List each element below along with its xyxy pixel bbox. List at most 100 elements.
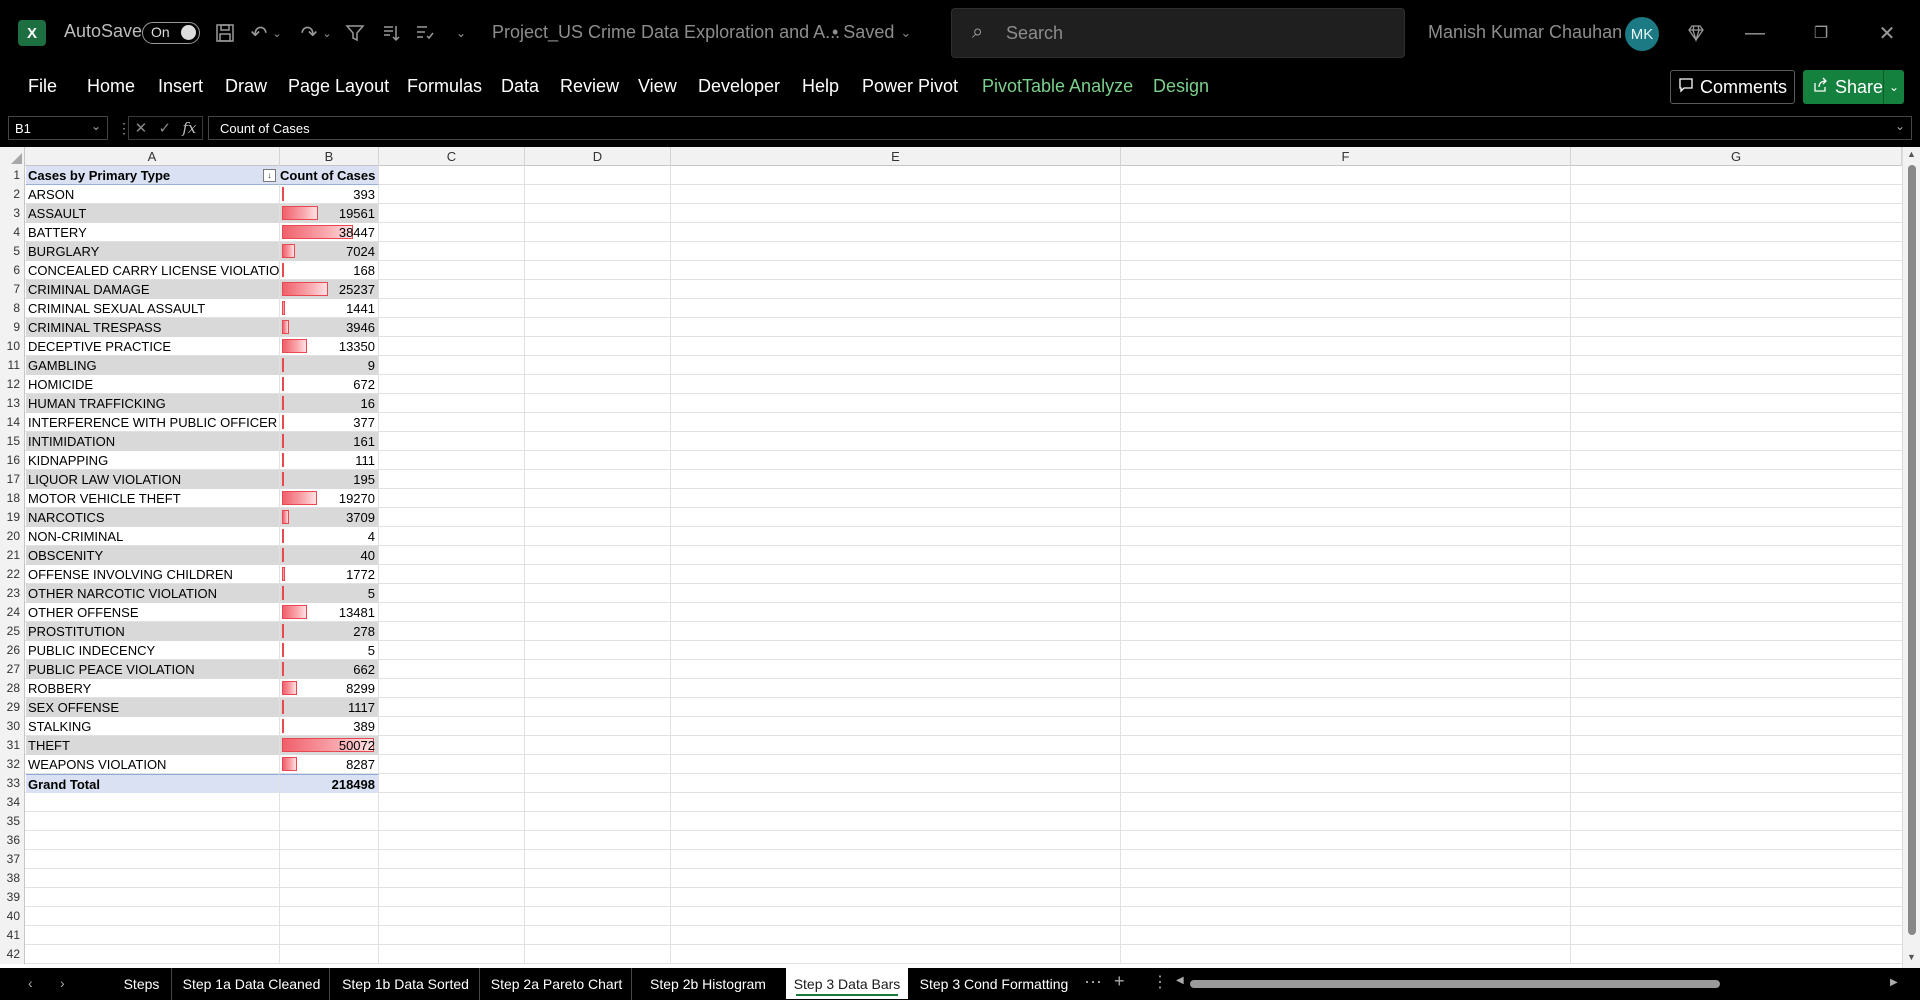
empty-cell[interactable] [280,888,379,907]
column-header[interactable]: E [671,147,1121,166]
empty-cell[interactable] [26,793,280,812]
row-header[interactable]: 4 [0,223,25,242]
empty-cell[interactable] [280,869,379,888]
user-name[interactable]: Manish Kumar Chauhan [1428,22,1622,43]
empty-cell[interactable] [26,907,280,926]
customize-toolbar-icon[interactable]: ⌄ [448,20,474,46]
row-header[interactable]: 5 [0,242,25,261]
save-status[interactable]: • Saved ⌄ [832,22,911,43]
cancel-icon[interactable]: ✕ [135,119,148,137]
select-all-button[interactable] [0,147,25,166]
crime-type-cell[interactable]: DECEPTIVE PRACTICE [26,337,280,356]
insert-function-icon[interactable]: fx [182,119,196,137]
row-header[interactable]: 25 [0,622,25,641]
count-cell[interactable]: 389 [280,717,379,736]
count-cell[interactable]: 1441 [280,299,379,318]
crime-type-cell[interactable]: CRIMINAL DAMAGE [26,280,280,299]
row-header[interactable]: 26 [0,641,25,660]
row-header[interactable]: 31 [0,736,25,755]
count-cell[interactable]: 19270 [280,489,379,508]
count-cell[interactable]: 19561 [280,204,379,223]
scroll-thumb[interactable] [1908,165,1916,935]
count-cell[interactable]: 672 [280,375,379,394]
count-cell[interactable]: 7024 [280,242,379,261]
search-input[interactable]: ⌕ Search [951,8,1405,58]
sheet-tab[interactable]: Step 2b Histogram [634,968,782,1000]
filter-dropdown-icon[interactable]: ↓ [263,169,276,182]
count-cell[interactable]: 40 [280,546,379,565]
menu-draw[interactable]: Draw [225,76,267,97]
column-header[interactable]: C [379,147,525,166]
grand-total-value[interactable]: 218498 [280,774,379,793]
crime-type-cell[interactable]: OTHER OFFENSE [26,603,280,622]
scroll-up-icon[interactable]: ▲ [1907,149,1916,159]
scroll-right-icon[interactable]: ▶ [1890,977,1898,988]
count-cell[interactable]: 168 [280,261,379,280]
sheet-tab[interactable]: Step 1b Data Sorted [332,968,480,1000]
crime-type-cell[interactable]: BATTERY [26,223,280,242]
empty-cell[interactable] [280,926,379,945]
empty-cell[interactable] [26,926,280,945]
menu-developer[interactable]: Developer [698,76,780,97]
formula-input[interactable]: Count of Cases ⌄ [208,116,1912,140]
row-header[interactable]: 33 [0,774,25,793]
crime-type-cell[interactable]: NARCOTICS [26,508,280,527]
sheet-tab[interactable]: Step 3 Data Bars [786,968,908,999]
menu-pivottable-analyze[interactable]: PivotTable Analyze [982,76,1133,97]
menu-design[interactable]: Design [1153,76,1209,97]
row-header[interactable]: 32 [0,755,25,774]
count-cell[interactable]: 4 [280,527,379,546]
row-header[interactable]: 24 [0,603,25,622]
crime-type-cell[interactable]: HUMAN TRAFFICKING [26,394,280,413]
count-cell[interactable]: 393 [280,185,379,204]
next-sheet-icon[interactable]: › [60,975,65,991]
scroll-down-icon[interactable]: ▼ [1907,952,1916,962]
crime-type-cell[interactable]: STALKING [26,717,280,736]
sheet-tab[interactable]: Step 3 Cond Formatting [910,968,1078,1000]
save-icon[interactable] [212,20,238,46]
row-header[interactable]: 29 [0,698,25,717]
crime-type-cell[interactable]: ROBBERY [26,679,280,698]
count-cell[interactable]: 195 [280,470,379,489]
count-cell[interactable]: 9 [280,356,379,375]
crime-type-cell[interactable]: PUBLIC PEACE VIOLATION [26,660,280,679]
document-title[interactable]: Project_US Crime Data Exploration and A.… [492,22,840,43]
pivot-row-label-header[interactable]: Cases by Primary Type [26,166,280,185]
crime-type-cell[interactable]: BURGLARY [26,242,280,261]
row-header[interactable]: 6 [0,261,25,280]
row-header[interactable]: 22 [0,565,25,584]
menu-view[interactable]: View [638,76,677,97]
row-header[interactable]: 8 [0,299,25,318]
crime-type-cell[interactable]: KIDNAPPING [26,451,280,470]
empty-cell[interactable] [26,812,280,831]
grand-total-label[interactable]: Grand Total [26,774,280,793]
column-header[interactable]: D [525,147,671,166]
column-header[interactable]: A [25,147,280,166]
share-dropdown-icon[interactable]: ⌄ [1883,70,1904,104]
share-button[interactable]: Share ⌄ [1803,70,1904,104]
crime-type-cell[interactable]: SEX OFFENSE [26,698,280,717]
redo-icon[interactable]: ↷ [296,20,322,46]
row-header[interactable]: 27 [0,660,25,679]
crime-type-cell[interactable]: INTERFERENCE WITH PUBLIC OFFICER [26,413,280,432]
crime-type-cell[interactable]: THEFT [26,736,280,755]
tab-options-icon[interactable]: ⋮ [1152,972,1168,992]
vertical-scrollbar[interactable]: ▲ ▼ [1902,147,1920,968]
count-cell[interactable]: 161 [280,432,379,451]
crime-type-cell[interactable]: CRIMINAL SEXUAL ASSAULT [26,299,280,318]
name-box[interactable]: B1 ⌄ [8,116,108,140]
crime-type-cell[interactable]: NON-CRIMINAL [26,527,280,546]
column-header[interactable]: B [280,147,379,166]
count-cell[interactable]: 25237 [280,280,379,299]
minimize-icon[interactable]: — [1740,18,1770,48]
crime-type-cell[interactable]: MOTOR VEHICLE THEFT [26,489,280,508]
crime-type-cell[interactable]: PROSTITUTION [26,622,280,641]
crime-type-cell[interactable]: WEAPONS VIOLATION [26,755,280,774]
crime-type-cell[interactable]: OBSCENITY [26,546,280,565]
undo-icon[interactable]: ↶ [246,20,272,46]
count-cell[interactable]: 5 [280,641,379,660]
row-header[interactable]: 1 [0,166,25,185]
row-header[interactable]: 14 [0,413,25,432]
row-header[interactable]: 28 [0,679,25,698]
crime-type-cell[interactable]: ASSAULT [26,204,280,223]
